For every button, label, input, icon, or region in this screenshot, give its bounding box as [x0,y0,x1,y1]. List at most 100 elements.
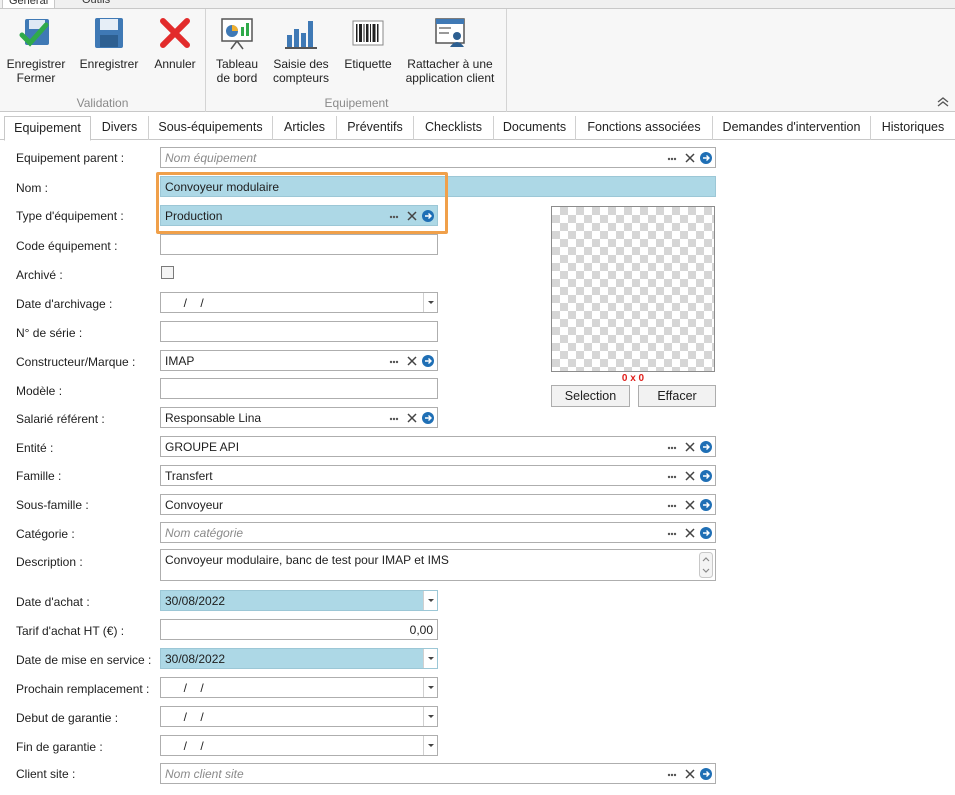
entite-value: GROUPE API [165,440,240,454]
mise-service-dropdown[interactable] [423,649,437,668]
counters-label-2: compteurs [272,71,330,85]
lookup-actions[interactable] [383,208,435,224]
tarif-input[interactable]: 0,00 [160,619,438,640]
lookup-actions[interactable] [661,497,713,513]
attach-label-2: application client [405,71,495,85]
save-button[interactable]: Enregistrer [76,13,142,71]
date-achat-value: 30/08/2022 [165,594,226,608]
salarie-field[interactable]: Responsable Lina [160,407,438,428]
photo-select-button[interactable]: Selection [551,385,630,407]
mise-service-value: 30/08/2022 [165,652,226,666]
dashboard-icon [221,18,253,50]
date-achat-dropdown[interactable] [423,591,437,610]
tab-historiques[interactable]: Historiques [871,116,955,140]
more-icon [667,446,677,450]
clear-icon [407,211,417,221]
mise-service-input[interactable]: 30/08/2022 [160,648,438,669]
debut-garantie-value: / / [177,710,204,724]
tab-documents[interactable]: Documents [494,116,576,140]
debut-garantie-input[interactable]: / / [160,706,438,727]
salarie-label: Salarié référent : [16,412,105,426]
attach-client-app-button[interactable]: Rattacher à une application client [403,13,497,85]
counters-button[interactable]: Saisie des compteurs [267,13,335,85]
fin-garantie-input[interactable]: / / [160,735,438,756]
tab-sous-equipements[interactable]: Sous-équipements [149,116,273,140]
tab-equipement[interactable]: Equipement [4,116,91,141]
ribbon-tab-bar: Général Outils [0,0,955,8]
equipement-parent-field[interactable]: Nom équipement [160,147,716,168]
remplacement-input[interactable]: / / [160,677,438,698]
lookup-actions[interactable] [661,525,713,541]
sous-famille-value: Convoyeur [165,498,224,512]
ribbon-group-equipement: Tableau de bord Saisie des compteurs Eti… [207,9,507,112]
lookup-actions[interactable] [661,439,713,455]
client-site-field[interactable]: Nom client site [160,763,716,784]
remplacement-label: Prochain remplacement : [16,682,150,696]
date-archivage-input[interactable]: / / [160,292,438,313]
description-textarea[interactable]: Convoyeur modulaire, banc de test pour I… [160,549,716,581]
description-label: Description : [16,555,83,569]
tab-demandes-intervention[interactable]: Demandes d'intervention [713,116,871,140]
collapse-ribbon-icon[interactable] [937,97,949,107]
ribbon-tab-general[interactable]: Général [2,0,56,8]
lookup-actions[interactable] [383,353,435,369]
bar-chart-icon [285,21,317,49]
remplacement-value: / / [177,681,204,695]
scroll-arrows-icon[interactable] [699,552,713,578]
constructeur-label: Constructeur/Marque : [16,355,136,369]
modele-input[interactable] [160,378,438,399]
clear-icon [685,153,695,163]
entite-label: Entité : [16,441,54,455]
fin-garantie-dropdown[interactable] [423,736,437,755]
lookup-actions[interactable] [661,766,713,782]
salarie-value: Responsable Lina [165,411,262,425]
constructeur-field[interactable]: IMAP [160,350,438,371]
date-achat-input[interactable]: 30/08/2022 [160,590,438,611]
categorie-label: Catégorie : [16,527,75,541]
cancel-button[interactable]: Annuler [148,13,202,71]
label-button[interactable]: Etiquette [341,13,395,71]
famille-field[interactable]: Transfert [160,465,716,486]
tab-fonctions-associees[interactable]: Fonctions associées [576,116,713,140]
tab-divers[interactable]: Divers [91,116,149,140]
go-icon [700,527,712,539]
go-icon [700,768,712,780]
code-equipement-input[interactable] [160,234,438,255]
sous-famille-field[interactable]: Convoyeur [160,494,716,515]
client-app-icon [435,18,465,47]
save-close-icon [19,19,49,47]
mise-service-label: Date de mise en service : [16,653,152,667]
nom-input[interactable]: Convoyeur modulaire [160,176,716,197]
debut-garantie-dropdown[interactable] [423,707,437,726]
type-equipement-field[interactable]: Production [160,205,438,226]
ribbon-tab-outils[interactable]: Outils [76,0,116,8]
entite-field[interactable]: GROUPE API [160,436,716,457]
chevron-down-icon [428,744,434,747]
go-icon [700,441,712,453]
famille-label: Famille : [16,469,62,483]
fin-garantie-value: / / [177,739,204,753]
go-icon [422,210,434,222]
date-archivage-label: Date d'archivage : [16,297,113,311]
date-archivage-dropdown[interactable] [423,293,437,312]
dashboard-button[interactable]: Tableau de bord [213,13,261,85]
lookup-actions[interactable] [661,150,713,166]
serie-input[interactable] [160,321,438,342]
tab-preventifs[interactable]: Préventifs [337,116,414,140]
go-icon [700,152,712,164]
save-close-button[interactable]: Enregistrer Fermer [4,13,68,85]
photo-clear-button[interactable]: Effacer [638,385,716,407]
floppy-disk-icon [95,18,123,48]
archive-checkbox[interactable] [161,266,174,279]
clear-icon [685,528,695,538]
lookup-actions[interactable] [383,410,435,426]
lookup-actions[interactable] [661,468,713,484]
tab-articles[interactable]: Articles [273,116,337,140]
go-icon [422,355,434,367]
categorie-field[interactable]: Nom catégorie [160,522,716,543]
ribbon-group-label-equipement: Equipement [324,96,389,110]
remplacement-dropdown[interactable] [423,678,437,697]
type-equipement-label: Type d'équipement : [16,209,124,223]
label-button-label: Etiquette [344,57,392,71]
tab-checklists[interactable]: Checklists [414,116,494,140]
